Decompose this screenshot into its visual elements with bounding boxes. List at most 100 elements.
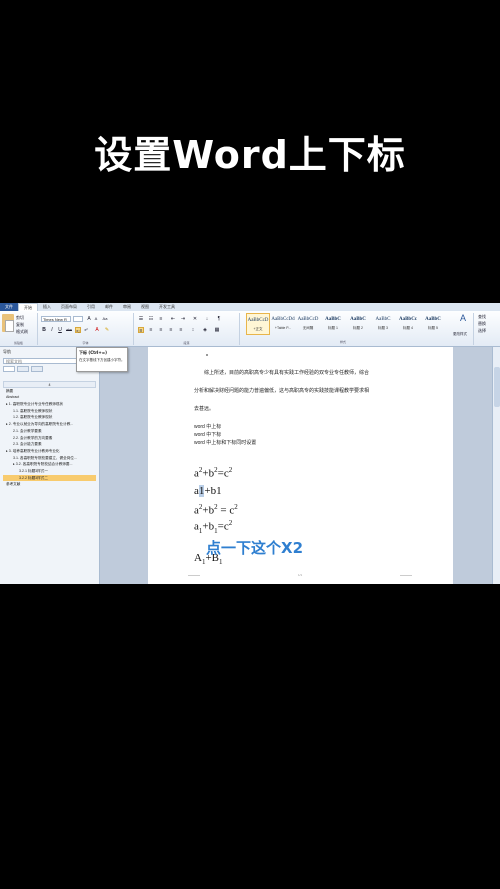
menu-mailings[interactable]: 邮件 (100, 303, 118, 311)
subscript-button[interactable]: x₂ (75, 327, 81, 333)
style-heading-4[interactable]: AaBbCc 标题 4 (396, 313, 420, 335)
line-superscript-label: word 中上标 (194, 424, 222, 430)
paste-icon[interactable] (2, 314, 14, 332)
bold-button[interactable]: B (41, 327, 47, 333)
nav-item[interactable]: 3.1. 各高职院专院校要建立、健全岗位... (3, 455, 96, 462)
change-styles-button[interactable]: 更改样式 (453, 332, 467, 337)
nav-item[interactable]: ▸ 2. 专业以就业为导向的高职院专业计教... (3, 421, 96, 428)
ribbon: 剪切 复制 格式刷 剪贴板 Times New R A A Aa B I U a… (0, 311, 500, 347)
distributed-icon[interactable]: ≡ (178, 327, 184, 333)
styles-label: 样式 (340, 340, 347, 344)
nav-item[interactable]: 2.3. 会计能力要素 (3, 441, 96, 448)
vertical-scrollbar[interactable] (492, 347, 500, 584)
highlight-icon[interactable]: ✎ (104, 327, 110, 333)
tooltip-description: 在文字基线下方创建小字符。 (79, 358, 125, 362)
nav-item[interactable]: Abstract (3, 394, 96, 401)
style-heading-5[interactable]: AaBbC 标题 5 (421, 313, 445, 335)
nav-item[interactable]: 1.1. 高职院专业教师现状 (3, 408, 96, 415)
change-case-button[interactable]: Aa (102, 316, 108, 322)
nav-item[interactable]: ▸ 1. 高职院专业计专业专任教师现状 (3, 401, 96, 408)
subscript-tooltip: 下标 (Ctrl+=) 在文字基线下方创建小字符。 (76, 347, 128, 372)
body-paragraph-line-1: 综上所述，目前的高职高专少有具有实践工作经验的双专业专任教师，综合 (204, 370, 370, 376)
numbering-icon[interactable]: ☷ (148, 316, 154, 322)
find-button[interactable]: 查找 (478, 314, 486, 320)
underline-button[interactable]: U (57, 327, 63, 333)
font-size-select[interactable] (73, 316, 83, 322)
align-left-icon[interactable]: ≡ (138, 327, 144, 334)
shrink-font-button[interactable]: A (93, 316, 99, 322)
show-marks-icon[interactable]: ¶ (216, 316, 222, 322)
styles-gallery: AaBbCcD +正文 AaBbCcDd +Table P... AaBbCcD… (244, 313, 450, 337)
formula-subscript: a1+b1=c2 (194, 519, 233, 535)
superscript-button[interactable]: x² (83, 327, 89, 333)
multilevel-icon[interactable]: ≡ (158, 316, 164, 322)
document-page[interactable]: 综上所述，目前的高职高专少有具有实践工作经验的双专业专任教师，综合 分析和解决财… (148, 347, 453, 584)
style-heading-1[interactable]: AaBbC 标题 1 (321, 313, 345, 335)
nav-item[interactable]: 参考文献 (3, 481, 96, 488)
footer-line (400, 575, 412, 576)
sort-icon[interactable]: ↓ (204, 316, 210, 322)
nav-item-selected[interactable]: 3.2.2 标题3样式二 (3, 474, 96, 482)
menu-file[interactable]: 文件 (0, 303, 18, 311)
align-center-icon[interactable]: ≡ (148, 327, 154, 333)
bullets-icon[interactable]: ☰ (138, 316, 144, 322)
justify-icon[interactable]: ≡ (168, 327, 174, 333)
menu-review[interactable]: 审阅 (118, 303, 136, 311)
decrease-indent-icon[interactable]: ⇤ (170, 316, 176, 322)
nav-item[interactable]: 2.1. 会计教学要素 (3, 428, 96, 435)
paragraph-label: 段落 (183, 341, 190, 345)
borders-icon[interactable]: ▦ (214, 327, 220, 333)
strikethrough-button[interactable]: abe (66, 327, 72, 333)
shading-icon[interactable]: ◈ (202, 327, 208, 333)
formula-selected: a1+b1 (194, 485, 222, 497)
nav-item[interactable]: ▸ 3. 培养高职院专业计教师专业化 (3, 448, 96, 455)
nav-item[interactable]: ▸ 3.2. 各高职院专院校结合计教师要... (3, 461, 96, 468)
scroll-thumb[interactable] (494, 367, 500, 407)
replace-button[interactable]: 替换 (478, 321, 486, 327)
style-heading-3[interactable]: AaBbC 标题 3 (371, 313, 395, 335)
chinese-layout-icon[interactable]: ✕ (192, 316, 198, 322)
line-both-label: word 中上标和下标同时设置 (194, 440, 257, 446)
grow-font-button[interactable]: A (86, 316, 92, 322)
nav-tab-results[interactable] (31, 366, 43, 372)
document-area: 综上所述，目前的高职高专少有具有实践工作经验的双专业专任教师，综合 分析和解决财… (100, 347, 492, 584)
menu-references[interactable]: 引用 (82, 303, 100, 311)
style-table-paragraph[interactable]: AaBbCcDd +Table P... (271, 313, 295, 335)
italic-button[interactable]: I (49, 327, 55, 333)
footer-line (188, 575, 200, 576)
change-styles-icon[interactable]: A (459, 314, 467, 325)
line-spacing-icon[interactable]: ↕ (190, 327, 196, 333)
font-label: 字体 (82, 341, 89, 345)
menu-developer[interactable]: 开发工具 (154, 303, 180, 311)
style-no-spacing[interactable]: AaBbCcD 无间隔 (296, 313, 320, 335)
nav-item[interactable]: 1.2. 高职院专业教师现状 (3, 414, 96, 421)
change-styles-group: A 更改样式 (452, 313, 474, 345)
nav-item: 4 (3, 381, 96, 388)
nav-tab-pages[interactable] (17, 366, 29, 372)
format-painter-button[interactable]: 格式刷 (16, 329, 28, 335)
nav-item[interactable]: 3.2.1 标题3样式一 (3, 468, 96, 475)
font-group: Times New R A A Aa B I U abe x₂ x² A ✎ 字… (38, 313, 134, 345)
navigation-pane: 导航 搜索文档 4 摘要 Abstract ▸ 1. 高职院专业计专业专任教师现… (0, 347, 100, 584)
nav-tab-headings[interactable] (3, 366, 15, 372)
cut-button[interactable]: 剪切 (16, 315, 24, 321)
nav-item[interactable]: 2.2. 会计教学的方向要素 (3, 435, 96, 442)
increase-indent-icon[interactable]: ⇥ (180, 316, 186, 322)
style-normal[interactable]: AaBbCcD +正文 (246, 313, 270, 335)
nav-item[interactable]: 摘要 (3, 388, 96, 395)
page-number: 1/1 (298, 573, 303, 577)
menu-insert[interactable]: 插入 (38, 303, 56, 311)
copy-button[interactable]: 复制 (16, 322, 24, 328)
font-name-select[interactable]: Times New R (41, 316, 71, 322)
clipboard-label: 剪贴板 (13, 341, 23, 345)
menu-bar: 文件 开始 插入 页面布局 引用 邮件 审阅 视图 开发工具 (0, 303, 500, 312)
font-color-icon[interactable]: A (94, 327, 100, 333)
align-right-icon[interactable]: ≡ (158, 327, 164, 333)
select-button[interactable]: 选择 (478, 328, 486, 334)
menu-layout[interactable]: 页面布局 (56, 303, 82, 311)
body-paragraph-line-3: 去甚远。 (194, 406, 215, 412)
style-heading-2[interactable]: AaBbC 标题 2 (346, 313, 370, 335)
menu-view[interactable]: 视图 (136, 303, 154, 311)
instruction-caption: 点一下这个X2 (206, 539, 304, 557)
formula-superscript-spaced: a2+b2 = c2 (194, 503, 238, 517)
